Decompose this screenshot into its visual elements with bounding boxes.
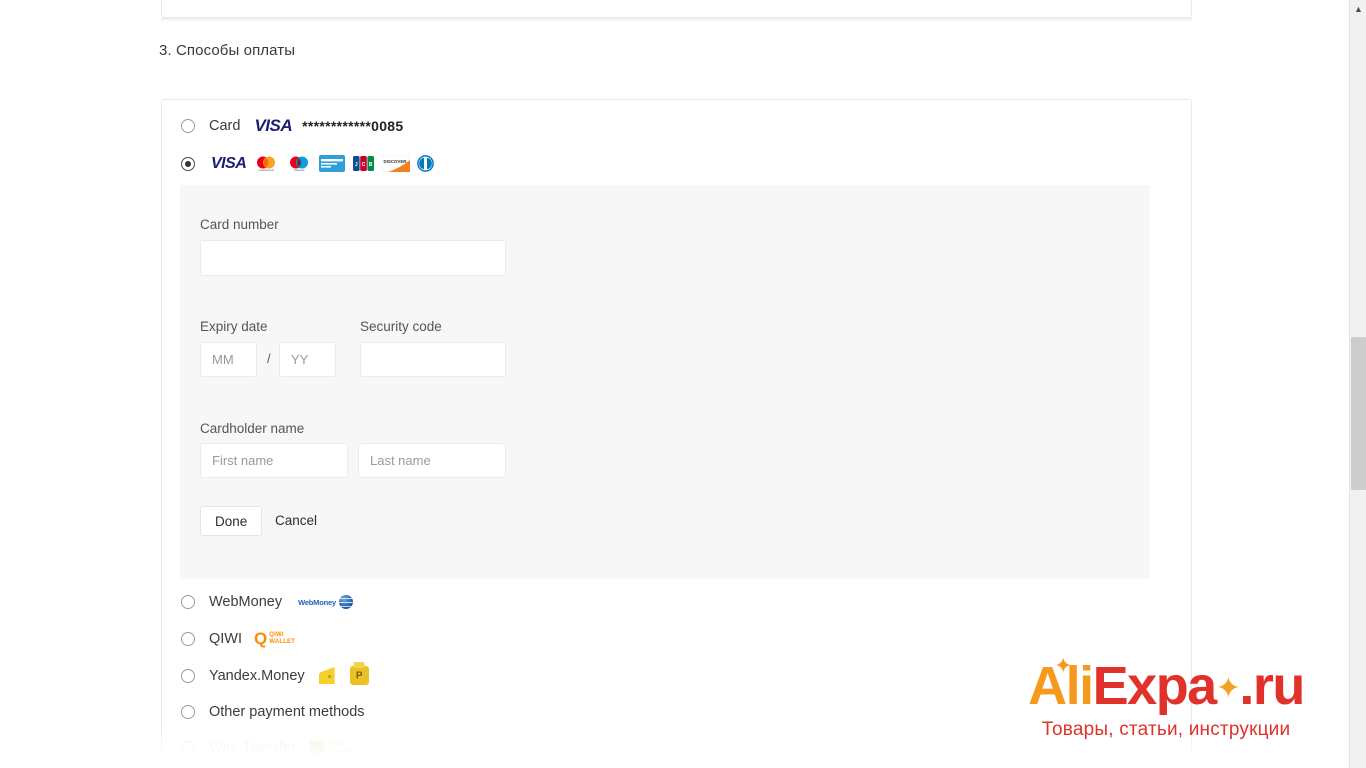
- radio-saved-card[interactable]: [181, 119, 195, 133]
- page-root: 3. Способы оплаты Card VISA ************…: [0, 0, 1366, 768]
- previous-section-panel-shadow: [161, 18, 1192, 22]
- expiry-separator: /: [267, 351, 271, 366]
- maestro-logo: maestro: [286, 155, 313, 172]
- visa-logo: VISA: [211, 154, 247, 172]
- payment-option-new-card[interactable]: VISA mastercard maestro J C B DISCOVER: [181, 154, 435, 172]
- wire-transfer-logo-words: Bank Transfer: [328, 742, 352, 755]
- scroll-up-arrow-icon[interactable]: ▲: [1350, 0, 1366, 17]
- last-name-input[interactable]: [358, 443, 506, 478]
- payment-option-qiwi[interactable]: QIWI Q QIWI WALLET: [181, 630, 295, 647]
- card-number-input[interactable]: [200, 240, 506, 276]
- yandex-money-bag-icon: [349, 666, 369, 685]
- page-title: 3. Способы оплаты: [159, 42, 296, 59]
- svg-text:maestro: maestro: [294, 168, 305, 172]
- expiry-year-input[interactable]: [279, 342, 336, 377]
- radio-new-card[interactable]: [181, 156, 195, 171]
- jcb-logo: J C B: [352, 155, 376, 172]
- qiwi-q-mark: Q: [254, 629, 268, 648]
- done-button[interactable]: Done: [200, 506, 263, 536]
- other-payment-methods-label: Other payment methods: [209, 704, 365, 720]
- radio-wire-transfer[interactable]: [181, 741, 195, 755]
- svg-text:C: C: [362, 162, 366, 168]
- scrollbar-thumb[interactable]: [1351, 337, 1366, 490]
- card-number-label: Card number: [200, 217, 279, 232]
- radio-yandex-money[interactable]: [181, 668, 195, 683]
- vertical-scrollbar[interactable]: ▲: [1349, 0, 1366, 768]
- svg-text:DISCOVER: DISCOVER: [384, 159, 408, 164]
- wire-logo-line2: Transfer: [328, 748, 352, 754]
- payment-option-saved-card[interactable]: Card VISA ************0085: [181, 116, 403, 136]
- cardholder-name-label: Cardholder name: [200, 421, 305, 436]
- card-brand-strip: VISA mastercard maestro J C B DISCOVER: [211, 154, 435, 172]
- radio-webmoney[interactable]: [181, 595, 195, 609]
- watermark-star-icon: ✦: [1215, 672, 1241, 705]
- expiry-month-input[interactable]: [200, 342, 257, 377]
- yandex-purse-icon: [318, 667, 335, 684]
- payment-option-webmoney[interactable]: WebMoney WebMoney: [181, 594, 353, 610]
- qiwi-logo-words: QIWI WALLET: [269, 632, 295, 645]
- first-name-input[interactable]: [200, 443, 348, 478]
- bank-icon: [310, 741, 325, 755]
- svg-text:mastercard: mastercard: [259, 168, 274, 172]
- mastercard-logo: mastercard: [253, 155, 280, 172]
- wire-transfer-label: Wire Transfer: [209, 740, 297, 756]
- payment-methods-panel: Card VISA ************0085 VISA masterca…: [161, 99, 1192, 768]
- webmoney-label: WebMoney: [209, 594, 283, 610]
- previous-section-panel: [161, 0, 1192, 18]
- american-express-logo: [319, 155, 346, 172]
- watermark-part-ru: .ru: [1239, 656, 1305, 716]
- saved-card-masked-number: ************0085: [302, 118, 404, 134]
- yandex-money-logo: [318, 666, 369, 685]
- card-entry-form: Card number Expiry date Security code / …: [180, 185, 1150, 579]
- saved-card-label: Card: [209, 118, 241, 134]
- discover-logo: DISCOVER: [382, 155, 411, 172]
- diners-club-logo: [417, 155, 435, 172]
- radio-other-payment-methods[interactable]: [181, 705, 195, 719]
- wire-transfer-logo: Bank Transfer: [310, 741, 352, 755]
- webmoney-globe-icon: [338, 595, 353, 609]
- payment-option-wire-transfer[interactable]: Wire Transfer Bank Transfer: [181, 740, 352, 756]
- security-code-label: Security code: [360, 319, 442, 334]
- webmoney-logo: WebMoney: [298, 595, 353, 609]
- qiwi-wallet-logo: Q QIWI WALLET: [254, 630, 295, 647]
- security-code-input[interactable]: [360, 342, 506, 377]
- cancel-button[interactable]: Cancel: [275, 513, 317, 528]
- qiwi-logo-line2: WALLET: [269, 638, 296, 645]
- payment-option-yandex-money[interactable]: Yandex.Money: [181, 666, 369, 685]
- yandex-money-label: Yandex.Money: [209, 667, 305, 684]
- svg-text:B: B: [369, 162, 373, 168]
- expiry-date-label: Expiry date: [200, 319, 268, 334]
- svg-text:J: J: [355, 162, 358, 168]
- radio-qiwi[interactable]: [181, 631, 195, 646]
- payment-option-other[interactable]: Other payment methods: [181, 704, 365, 720]
- qiwi-label: QIWI: [209, 630, 243, 647]
- visa-logo: VISA: [254, 116, 293, 135]
- webmoney-logo-text: WebMoney: [298, 597, 336, 607]
